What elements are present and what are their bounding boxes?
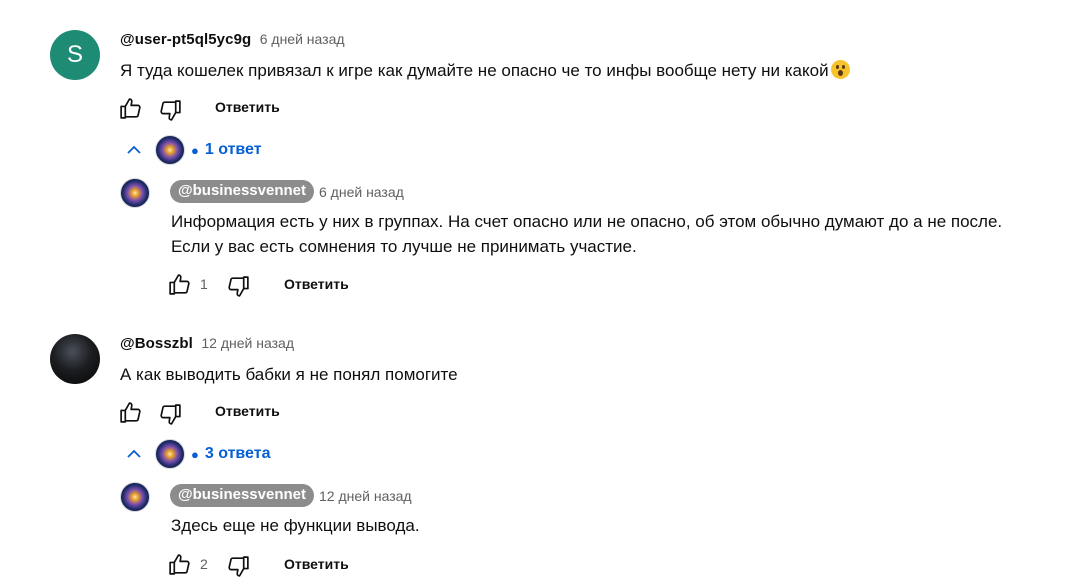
reply-button[interactable]: Ответить: [284, 276, 349, 292]
comment-text: А как выводить бабки я не понял помогите: [120, 365, 458, 384]
reply-author-badge[interactable]: @businessvennet: [170, 484, 314, 507]
comment-time[interactable]: 12 дней назад: [201, 335, 294, 351]
thumbs-down-icon: [228, 276, 249, 297]
like-count: 2: [200, 556, 208, 572]
replies-toggle[interactable]: ● 1 ответ: [124, 135, 262, 165]
comment-text: Я туда кошелек привязал к игре как думай…: [120, 58, 850, 84]
like-button[interactable]: [118, 400, 143, 425]
comment-author[interactable]: @Bosszbl: [120, 335, 193, 352]
replies-toggle[interactable]: ● 3 ответа: [124, 439, 270, 469]
dislike-button[interactable]: [158, 402, 183, 427]
reply-author-badge[interactable]: @businessvennet: [170, 180, 314, 203]
like-button[interactable]: [167, 272, 192, 297]
avatar[interactable]: S: [50, 30, 100, 80]
avatar[interactable]: [50, 334, 100, 384]
reply-time[interactable]: 6 дней назад: [319, 184, 404, 200]
chevron-up-icon: [127, 145, 141, 154]
reply-time[interactable]: 12 дней назад: [319, 488, 412, 504]
thumbs-down-icon: [228, 556, 249, 577]
dislike-button[interactable]: [158, 98, 183, 123]
reply-header: @businessvennet 6 дней назад: [170, 180, 404, 203]
like-button[interactable]: [118, 96, 143, 121]
comment-time[interactable]: 6 дней назад: [260, 31, 345, 47]
reply-header: @businessvennet 12 дней назад: [170, 484, 412, 507]
astonished-face-emoji-icon: [830, 60, 850, 79]
thumbs-up-icon: [120, 98, 141, 119]
chevron-up-icon: [127, 449, 141, 458]
reply-button[interactable]: Ответить: [284, 556, 349, 572]
replier-avatar: [155, 439, 185, 469]
dislike-button[interactable]: [226, 274, 251, 299]
reply-text-line: Если у вас есть сомнения то лучше не при…: [171, 237, 637, 256]
like-button[interactable]: [167, 552, 192, 577]
thumbs-up-icon: [169, 274, 190, 295]
separator-dot: ●: [191, 446, 199, 462]
separator-dot: ●: [191, 142, 199, 158]
comment-author[interactable]: @user-pt5ql5yc9g: [120, 31, 251, 48]
reply-avatar[interactable]: [120, 178, 150, 208]
replies-count: 3 ответа: [204, 445, 271, 462]
avatar-letter: S: [66, 41, 83, 68]
thumbs-up-icon: [169, 554, 190, 575]
comment-header: @Bosszbl 12 дней назад: [120, 335, 294, 353]
comment-header: @user-pt5ql5yc9g 6 дней назад: [120, 31, 345, 49]
replies-count: 1 ответ: [204, 141, 262, 158]
replier-avatar: [155, 135, 185, 165]
thumbs-down-icon: [160, 404, 181, 425]
reply-text-line: Здесь еще не функции вывода.: [171, 516, 420, 535]
reply-button[interactable]: Ответить: [215, 99, 280, 115]
comment-text-content: Я туда кошелек привязал к игре как думай…: [120, 61, 829, 80]
reply-button[interactable]: Ответить: [215, 403, 280, 419]
like-count: 1: [200, 276, 208, 292]
reply-avatar[interactable]: [120, 482, 150, 512]
thumbs-up-icon: [120, 402, 141, 423]
dislike-button[interactable]: [226, 554, 251, 579]
thumbs-down-icon: [160, 100, 181, 121]
reply-text-line: Информация есть у них в группах. На счет…: [171, 212, 1003, 231]
